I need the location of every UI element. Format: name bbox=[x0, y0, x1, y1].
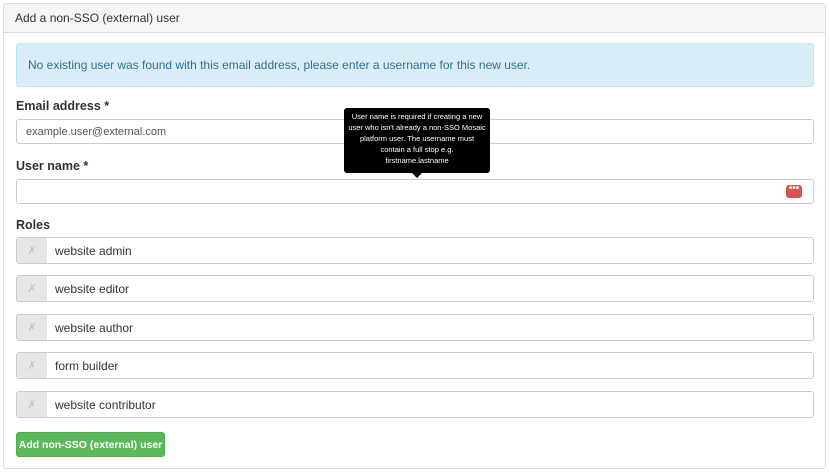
role-toggle-icon[interactable]: ✗ bbox=[17, 238, 47, 263]
add-user-panel: Add a non-SSO (external) user No existin… bbox=[3, 3, 826, 469]
role-label: form builder bbox=[55, 358, 119, 373]
email-label: Email address * bbox=[16, 99, 110, 113]
role-toggle-icon[interactable]: ✗ bbox=[17, 392, 47, 417]
role-label: website admin bbox=[55, 243, 132, 258]
info-alert: No existing user was found with this ema… bbox=[16, 43, 814, 87]
username-field[interactable] bbox=[16, 179, 814, 204]
role-toggle-icon[interactable]: ✗ bbox=[17, 315, 47, 340]
role-label: website contributor bbox=[55, 397, 156, 412]
roles-label: Roles bbox=[16, 218, 51, 232]
panel-title: Add a non-SSO (external) user bbox=[4, 4, 825, 33]
username-tooltip: User name is required if creating a new … bbox=[344, 108, 490, 178]
role-toggle-icon[interactable]: ✗ bbox=[17, 353, 47, 378]
username-label: User name * bbox=[16, 159, 89, 173]
add-user-button[interactable]: Add non-SSO (external) user bbox=[16, 432, 165, 457]
role-label: website author bbox=[55, 320, 134, 335]
error-icon: ••• bbox=[786, 184, 802, 198]
role-item-form-builder[interactable]: ✗ form builder bbox=[16, 352, 814, 379]
role-label: website editor bbox=[55, 281, 130, 296]
role-item-website-author[interactable]: ✗ website author bbox=[16, 314, 814, 341]
role-item-website-admin[interactable]: ✗ website admin bbox=[16, 237, 814, 264]
role-item-website-contributor[interactable]: ✗ website contributor bbox=[16, 391, 814, 418]
role-item-website-editor[interactable]: ✗ website editor bbox=[16, 275, 814, 302]
role-toggle-icon[interactable]: ✗ bbox=[17, 276, 47, 301]
